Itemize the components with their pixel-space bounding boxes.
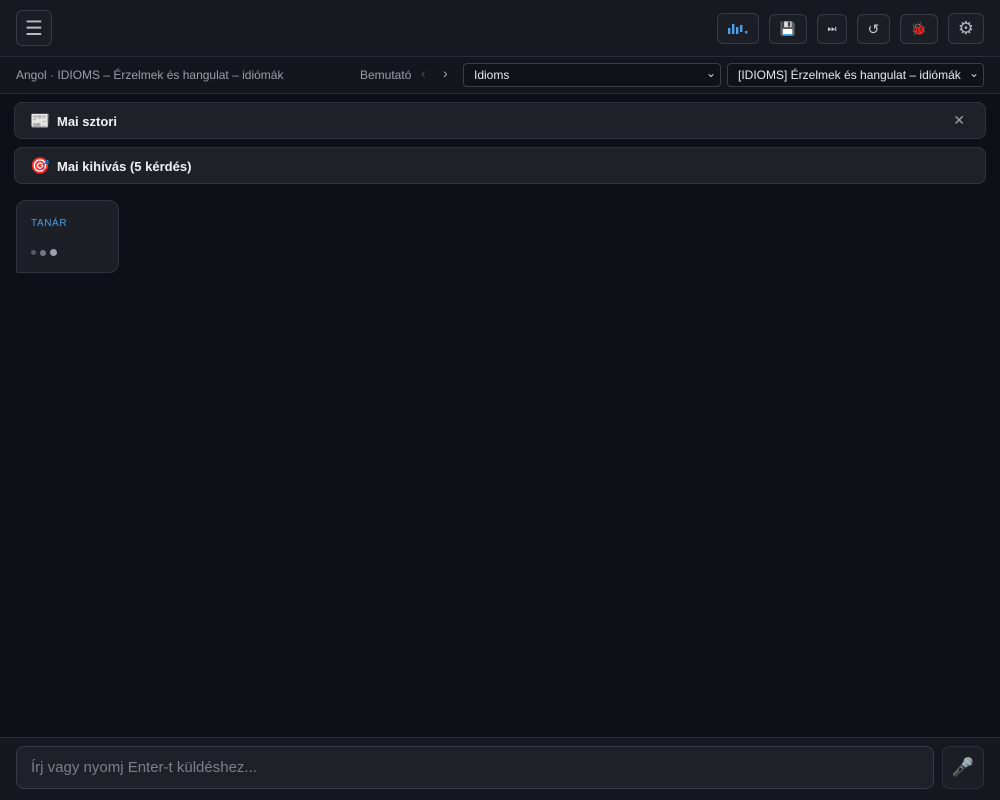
typing-dot: [50, 249, 57, 256]
waveform-icon: [728, 23, 748, 34]
microphone-button[interactable]: 🎤: [942, 746, 984, 789]
category-select-value: Idioms: [474, 68, 510, 82]
typing-dot: [40, 249, 46, 256]
breadcrumb: Angol · IDIOMS – Érzelmek és hangulat – …: [16, 68, 284, 82]
newspaper-icon: 📰: [30, 113, 50, 130]
close-icon[interactable]: ✕: [953, 112, 965, 129]
gear-icon: ⚙: [957, 18, 975, 38]
lesson-select-value: [IDIOMS] Érzelmek és hangulat – idiómák: [738, 68, 961, 82]
voice-visualizer-button[interactable]: [717, 13, 759, 44]
reset-button[interactable]: ↺: [857, 14, 890, 44]
next-lesson-button[interactable]: ›: [443, 65, 448, 81]
settings-button[interactable]: ⚙: [948, 13, 984, 44]
message-composer: 🎤: [0, 737, 1000, 800]
skip-button[interactable]: ⏭: [817, 14, 847, 44]
daily-challenge-panel[interactable]: 🎯 Mai kihívás (5 kérdés): [14, 147, 986, 184]
top-toolbar: ☰ 💾 ⏭ ↺ 🐞 ⚙: [0, 0, 1000, 57]
lesson-select[interactable]: [IDIOMS] Érzelmek és hangulat – idiómák …: [727, 63, 984, 87]
message-input[interactable]: [16, 746, 934, 789]
lesson-navigation-bar: Angol · IDIOMS – Érzelmek és hangulat – …: [0, 57, 1000, 94]
microphone-icon: 🎤: [951, 757, 975, 777]
typing-indicator: [31, 249, 57, 256]
hamburger-icon: ☰: [25, 17, 43, 40]
skip-forward-icon: ⏭: [827, 23, 837, 35]
demo-label: Bemutató: [360, 68, 412, 82]
teacher-label: TANÁR: [31, 218, 68, 229]
hamburger-menu-button[interactable]: ☰: [16, 10, 52, 46]
daily-story-title: Mai sztori: [57, 114, 117, 129]
refresh-icon: ↺: [867, 20, 880, 37]
typing-dot: [31, 250, 36, 255]
chevron-down-icon: ⌄: [703, 66, 716, 80]
category-select[interactable]: Idioms ⌄: [463, 63, 721, 87]
daily-story-panel[interactable]: 📰 Mai sztori ✕: [14, 102, 986, 139]
bug-icon: 🐞: [910, 21, 928, 36]
floppy-disk-icon: 💾: [779, 21, 797, 36]
teacher-message-bubble: TANÁR: [16, 200, 119, 273]
chevron-down-icon: ⌄: [966, 66, 979, 80]
previous-lesson-button[interactable]: ‹: [421, 65, 426, 81]
daily-challenge-title: Mai kihívás (5 kérdés): [57, 159, 192, 174]
save-button[interactable]: 💾: [769, 14, 807, 44]
bug-report-button[interactable]: 🐞: [900, 14, 938, 44]
target-icon: 🎯: [30, 158, 50, 175]
